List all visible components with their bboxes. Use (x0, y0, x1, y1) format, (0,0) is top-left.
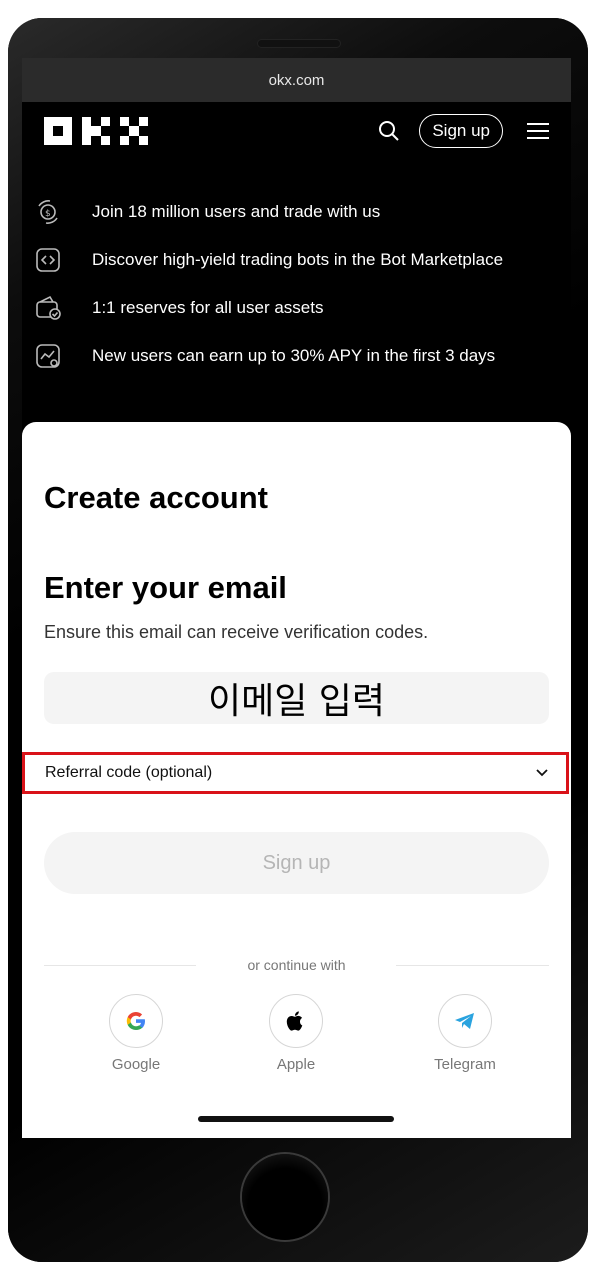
okx-logo-icon[interactable] (44, 117, 156, 145)
phone-frame: okx.com Sign up $ Join 18 million users … (8, 18, 588, 1262)
feature-text: New users can earn up to 30% APY in the … (92, 346, 496, 365)
home-indicator (198, 1116, 394, 1122)
email-heading: Enter your email (44, 570, 287, 605)
feature-item: New users can earn up to 30% APY in the … (34, 332, 571, 380)
search-icon[interactable] (377, 119, 401, 143)
email-placeholder: 이메일 입력 (207, 681, 386, 722)
google-icon[interactable] (109, 994, 163, 1048)
telegram-label: Telegram (434, 1056, 496, 1073)
feature-text: Join 18 million users and trade with us (92, 202, 381, 221)
or-continue-text: or continue with (247, 957, 346, 973)
signup-button[interactable]: Sign up (44, 832, 549, 894)
chart-star-icon (34, 342, 62, 370)
wallet-check-icon (34, 294, 62, 322)
google-label: Google (111, 1056, 161, 1073)
nav-signup-button[interactable]: Sign up (419, 114, 503, 148)
telegram-icon[interactable] (438, 994, 492, 1048)
feature-item: 1:1 reserves for all user assets (34, 284, 571, 332)
signup-sheet: Create account Enter your email Ensure t… (22, 422, 571, 1138)
browser-url-bar[interactable]: okx.com (22, 58, 571, 102)
google-login[interactable]: Google (96, 994, 176, 1073)
apple-login[interactable]: Apple (256, 994, 336, 1073)
dollar-coin-rotate-icon: $ (34, 198, 62, 226)
hamburger-menu-icon[interactable] (527, 122, 549, 140)
phone-speaker (258, 40, 340, 47)
email-subtitle: Ensure this email can receive verificati… (44, 622, 429, 642)
email-input[interactable]: 이메일 입력 (44, 672, 549, 724)
url-text: okx.com (268, 71, 325, 89)
top-nav: Sign up (22, 102, 571, 160)
apple-icon[interactable] (269, 994, 323, 1048)
feature-item: $ Join 18 million users and trade with u… (34, 188, 571, 236)
signup-button-label: Sign up (262, 851, 331, 874)
feature-list: $ Join 18 million users and trade with u… (22, 160, 571, 380)
phone-screen: okx.com Sign up $ Join 18 million users … (22, 58, 571, 1138)
referral-code-dropdown[interactable]: Referral code (optional) (22, 752, 569, 794)
telegram-login[interactable]: Telegram (425, 994, 505, 1073)
referral-label: Referral code (optional) (45, 764, 213, 781)
phone-home-button[interactable] (242, 1154, 328, 1240)
svg-text:$: $ (45, 209, 51, 219)
feature-item: Discover high-yield trading bots in the … (34, 236, 571, 284)
sheet-title: Create account (44, 480, 268, 515)
feature-text: Discover high-yield trading bots in the … (92, 250, 504, 269)
nav-actions: Sign up (377, 114, 549, 148)
chevron-down-icon (536, 769, 548, 777)
apple-label: Apple (276, 1056, 316, 1073)
feature-text: 1:1 reserves for all user assets (92, 298, 324, 317)
code-bracket-icon (34, 246, 62, 274)
